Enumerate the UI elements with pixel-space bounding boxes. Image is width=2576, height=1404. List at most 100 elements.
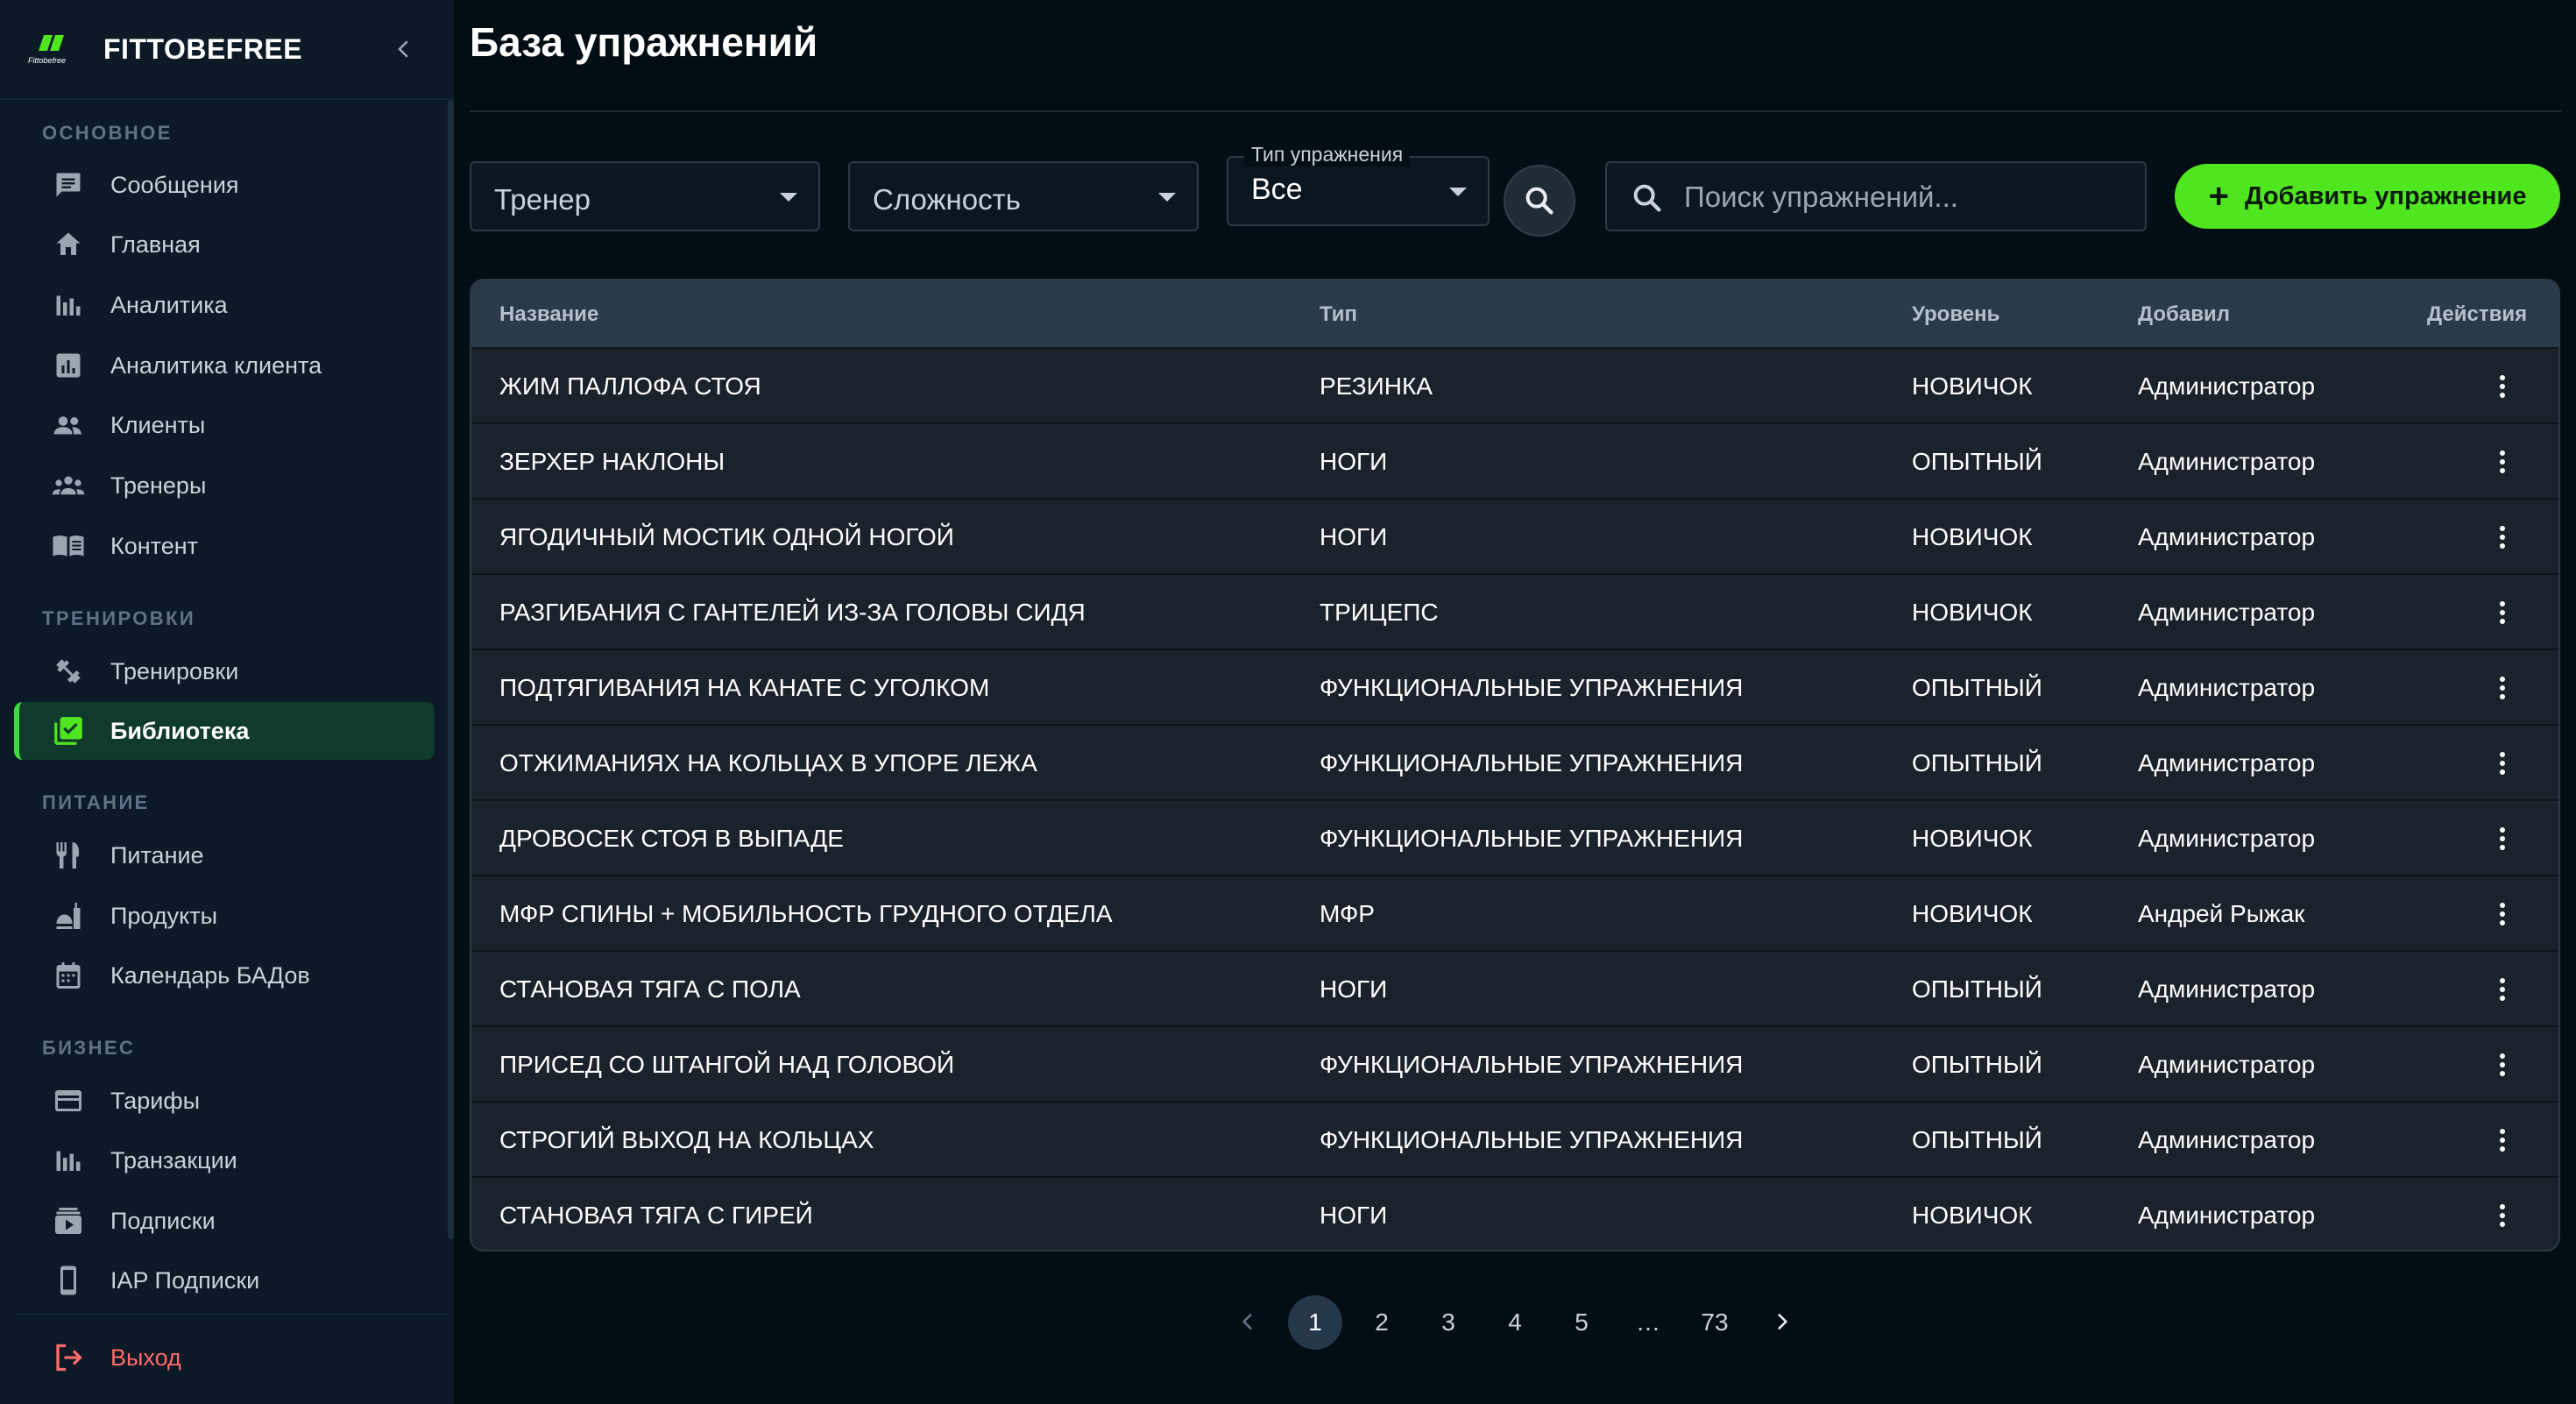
sidebar-item-tariffs[interactable]: Тарифы (14, 1072, 435, 1130)
page-number-button[interactable]: 1 (1288, 1295, 1342, 1350)
cell-added-by: Администратор (2138, 599, 2316, 626)
cell-name: РАЗГИБАНИЯ С ГАНТЕЛЕЙ ИЗ-ЗА ГОЛОВЫ СИДЯ (499, 599, 1086, 626)
prev-page-button[interactable] (1228, 1302, 1267, 1341)
sidebar-item-subscriptions[interactable]: Подписки (14, 1192, 435, 1250)
cell-level: НОВИЧОК (1912, 825, 2033, 852)
sidebar-item-supplements-calendar[interactable]: Календарь БАДов (14, 947, 435, 1004)
logout-button[interactable]: Выход (14, 1329, 435, 1386)
cell-added-by: Администратор (2138, 825, 2316, 852)
sidebar-item-content[interactable]: Контент (14, 517, 435, 575)
cell-type: НОГИ (1320, 523, 1388, 550)
row-actions-menu-icon[interactable] (2494, 372, 2511, 401)
sidebar-item-products[interactable]: Продукты (14, 887, 435, 945)
cell-level: ОПЫТНЫЙ (1912, 975, 2042, 1003)
sidebar-item-label: Питание (110, 842, 204, 869)
row-actions-menu-icon[interactable] (2494, 598, 2511, 628)
column-header-actions: Действия (2427, 302, 2528, 326)
table-row[interactable]: ЯГОДИЧНЫЙ МОСТИК ОДНОЙ НОГОЙ НОГИ НОВИЧОК А… (471, 498, 2558, 573)
row-actions-menu-icon[interactable] (2494, 975, 2511, 1004)
sidebar-item-label: Аналитика (110, 292, 228, 318)
sidebar-scrollbar[interactable] (448, 100, 454, 1239)
add-exercise-button[interactable]: + Добавить упражнение (2175, 164, 2560, 229)
row-actions-menu-icon[interactable] (2494, 824, 2511, 854)
cell-type: НОГИ (1320, 1202, 1388, 1229)
logo-icon: Fittobefree (28, 35, 66, 65)
sidebar-item-workouts[interactable]: Тренировки (14, 642, 435, 700)
table-row[interactable]: СТАНОВАЯ ТЯГА С ПОЛА НОГИ ОПЫТНЫЙ Администр… (471, 950, 2558, 1025)
content-icon (51, 528, 86, 564)
row-actions-menu-icon[interactable] (2494, 1201, 2511, 1230)
sidebar-item-label: Календарь БАДов (110, 962, 310, 989)
collapse-sidebar-button[interactable] (391, 32, 415, 67)
table-row[interactable]: ПОДТЯГИВАНИЯ НА КАНАТЕ С УГОЛКОМ ФУНКЦИОН… (471, 649, 2558, 724)
caret-down-icon (780, 193, 797, 202)
page-number-button[interactable]: 2 (1355, 1295, 1409, 1350)
cell-type: ФУНКЦИОНАЛЬНЫЕ УПРАЖНЕНИЯ (1320, 825, 1744, 852)
next-page-button[interactable] (1763, 1302, 1801, 1341)
page-number-button[interactable]: 73 (1688, 1295, 1742, 1350)
nutrition-icon (51, 838, 86, 873)
table-row[interactable]: ДРОВОСЕК СТОЯ В ВЫПАДЕ ФУНКЦИОНАЛЬНЫЕ УПР… (471, 799, 2558, 875)
row-actions-menu-icon[interactable] (2494, 1050, 2511, 1080)
row-actions-menu-icon[interactable] (2494, 447, 2511, 477)
logout-label: Выход (110, 1344, 181, 1371)
chevron-right-icon (1778, 1314, 1788, 1330)
search-field[interactable] (1605, 161, 2147, 231)
sidebar-item-client-analytics[interactable]: Аналитика клиента (14, 337, 435, 394)
table-row[interactable]: РАЗГИБАНИЯ С ГАНТЕЛЕЙ ИЗ-ЗА ГОЛОВЫ СИДЯ Т… (471, 573, 2558, 649)
page-number-button[interactable]: 3 (1421, 1295, 1476, 1350)
table-row[interactable]: ЗЕРХЕР НАКЛОНЫ НОГИ ОПЫТНЫЙ Администратор (471, 422, 2558, 498)
column-header-type[interactable]: Тип (1320, 301, 1357, 328)
sidebar-item-messages[interactable]: Сообщения (14, 156, 435, 214)
cell-name: ДРОВОСЕК СТОЯ В ВЫПАДЕ (499, 825, 844, 852)
caret-down-icon (1449, 188, 1467, 196)
page-number-button[interactable]: 4 (1488, 1295, 1542, 1350)
table-row[interactable]: СТРОГИЙ ВЫХОД НА КОЛЬЦАХ ФУНКЦИОНАЛЬНЫЕ У… (471, 1101, 2558, 1176)
sidebar-item-label: Главная (110, 231, 201, 258)
sidebar-item-label: Тренировки (110, 658, 239, 684)
cell-added-by: Администратор (2138, 749, 2316, 776)
difficulty-select[interactable]: Сложность (848, 161, 1199, 231)
table-row[interactable]: ПРИСЕД СО ШТАНГОЙ НАД ГОЛОВОЙ ФУНКЦИОНАЛЬ… (471, 1025, 2558, 1101)
sidebar-item-clients[interactable]: Клиенты (14, 396, 435, 454)
cell-level: НОВИЧОК (1912, 599, 2033, 626)
table-row[interactable]: СТАНОВАЯ ТЯГА С ГИРЕЙ НОГИ НОВИЧОК Админист… (471, 1176, 2558, 1250)
sidebar-item-library[interactable]: Библиотека (14, 702, 435, 760)
cell-added-by: Андрей Рыжак (2138, 900, 2305, 927)
library-icon (51, 713, 86, 748)
column-header-added-by[interactable]: Добавил (2138, 301, 2230, 328)
exercise-type-select[interactable]: Все (1227, 156, 1490, 226)
search-button[interactable] (1504, 165, 1575, 237)
cell-added-by: Администратор (2138, 674, 2316, 701)
row-actions-menu-icon[interactable] (2494, 522, 2511, 552)
sidebar-item-analytics[interactable]: Аналитика (14, 276, 435, 334)
page-number-button[interactable]: 5 (1554, 1295, 1609, 1350)
search-input[interactable] (1684, 175, 2122, 219)
cell-type: ФУНКЦИОНАЛЬНЫЕ УПРАЖНЕНИЯ (1320, 1051, 1744, 1078)
sidebar-item-label: Транзакции (110, 1147, 237, 1174)
trainer-select[interactable]: Тренер (470, 161, 820, 231)
sidebar-item-transactions[interactable]: Транзакции (14, 1131, 435, 1189)
row-actions-menu-icon[interactable] (2494, 899, 2511, 929)
row-actions-menu-icon[interactable] (2494, 748, 2511, 778)
sidebar-item-nutrition[interactable]: Питание (14, 826, 435, 884)
clients-icon (51, 408, 86, 443)
sidebar-item-trainers[interactable]: Тренеры (14, 457, 435, 514)
table-row[interactable]: МФР СПИНЫ + МОБИЛЬНОСТЬ ГРУДНОГО ОТДЕЛА М… (471, 875, 2558, 950)
cell-added-by: Администратор (2138, 523, 2316, 550)
table-row[interactable]: ОТЖИМАНИЯХ НА КОЛЬЦАХ В УПОРЕ ЛЕЖА ФУНКЦИ… (471, 724, 2558, 799)
column-header-level[interactable]: Уровень (1912, 301, 1999, 328)
sidebar-item-iap-subscriptions[interactable]: IAP Подписки (14, 1252, 435, 1309)
sidebar-header: Fittobefree FITTOBEFREE (0, 0, 454, 100)
cell-name: ЗЕРХЕР НАКЛОНЫ (499, 448, 725, 475)
table-header: Название Тип Уровень Добавил Действия (471, 280, 2558, 347)
sidebar-item-home[interactable]: Главная (14, 216, 435, 273)
cell-added-by: Администратор (2138, 975, 2316, 1003)
cell-type: МФР (1320, 900, 1375, 927)
row-actions-menu-icon[interactable] (2494, 1125, 2511, 1155)
row-actions-menu-icon[interactable] (2494, 673, 2511, 703)
sidebar-item-label: Продукты (110, 903, 217, 929)
table-row[interactable]: ЖИМ ПАЛЛОФА СТОЯ РЕЗИНКА НОВИЧОК Администра… (471, 347, 2558, 422)
column-header-name[interactable]: Название (499, 301, 598, 328)
section-title-business: БИЗНЕС (42, 1037, 136, 1059)
